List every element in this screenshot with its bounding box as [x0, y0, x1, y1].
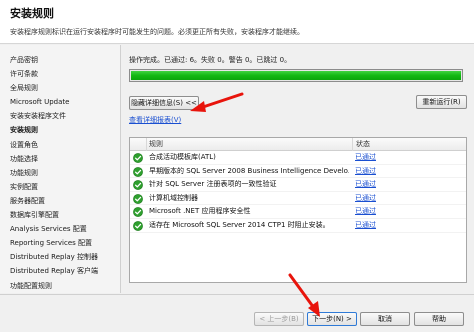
check-circle-icon	[133, 166, 143, 177]
sidebar-item-feature-config-rules[interactable]: 功能配置规则	[0, 279, 120, 293]
sidebar-item-feature-selection[interactable]: 功能选择	[0, 152, 120, 166]
check-circle-icon	[133, 180, 143, 191]
sidebar-steps: 产品密钥 许可条款 全局规则 Microsoft Update 安装安装程序文件…	[0, 45, 121, 293]
rule-status-link[interactable]: 已通过	[355, 219, 376, 233]
sidebar-item-install-setup-files[interactable]: 安装安装程序文件	[0, 109, 120, 123]
check-circle-icon	[133, 221, 143, 231]
help-button[interactable]: 帮助	[414, 312, 464, 326]
sidebar-item-global-rules[interactable]: 全局规则	[0, 81, 120, 95]
column-header-status[interactable]: 状态	[352, 138, 467, 151]
table-row[interactable]: 合成活动模板库(ATL) 已通过	[130, 151, 466, 165]
sidebar-item-distributed-replay-client[interactable]: Distributed Replay 客户端	[0, 264, 120, 278]
progress-bar	[129, 69, 463, 82]
sidebar-item-database-engine-config[interactable]: 数据库引擎配置	[0, 208, 120, 222]
rerun-button[interactable]: 重新运行(R)	[416, 95, 467, 109]
sidebar-item-feature-rules[interactable]: 功能规则	[0, 166, 120, 180]
table-row[interactable]: 针对 SQL Server 注册表项的一致性验证 已通过	[130, 178, 466, 192]
rule-status-link[interactable]: 已通过	[355, 192, 376, 206]
footer-bar: < 上一步(B) 下一步(N) > 取消 帮助	[0, 294, 474, 332]
page-title: 安装规则	[10, 7, 54, 20]
table-row[interactable]: Microsoft .NET 应用程序安全性 已通过	[130, 205, 466, 219]
rule-name: 早期版本的 SQL Server 2008 Business Intellige…	[149, 166, 349, 175]
annotation-arrow-icon	[190, 92, 244, 112]
sidebar-item-server-config[interactable]: 服务器配置	[0, 194, 120, 208]
progress-fill	[131, 71, 461, 80]
rule-name: 合成活动模板库(ATL)	[149, 153, 216, 161]
check-circle-icon	[133, 153, 143, 163]
table-row[interactable]: 计算机域控制器 已通过	[130, 192, 466, 206]
sidebar-item-reporting-services-config[interactable]: Reporting Services 配置	[0, 236, 120, 250]
check-circle-icon	[133, 207, 143, 218]
sidebar-item-distributed-replay-controller[interactable]: Distributed Replay 控制器	[0, 250, 120, 264]
sidebar-item-license-terms[interactable]: 许可条款	[0, 67, 120, 81]
rule-status-link[interactable]: 已通过	[355, 178, 376, 192]
rules-table: 规则 状态 合成活动模板库(ATL) 已通过 早期版本的 SQL Server 20…	[129, 137, 467, 283]
check-circle-icon	[133, 193, 143, 204]
table-body: 合成活动模板库(ATL) 已通过 早期版本的 SQL Server 2008 Bus…	[130, 151, 466, 233]
table-header: 规则 状态	[130, 138, 466, 151]
column-divider	[146, 138, 147, 151]
table-row[interactable]: 早期版本的 SQL Server 2008 Business Intellige…	[130, 165, 466, 179]
rule-name: 计算机域控制器	[149, 193, 198, 202]
rule-name: 针对 SQL Server 注册表项的一致性验证	[149, 180, 277, 189]
sidebar-item-analysis-services-config[interactable]: Analysis Services 配置	[0, 222, 120, 236]
operation-status: 操作完成。已通过: 6。失败 0。警告 0。已跳过 0。	[129, 56, 292, 64]
page-description: 安装程序规则标识在运行安装程序时可能发生的问题。必须更正所有失败，安装程序才能继…	[10, 28, 304, 36]
sidebar-item-instance-config[interactable]: 实例配置	[0, 180, 120, 194]
column-header-rule[interactable]: 规则	[149, 138, 163, 151]
sidebar-item-install-rules[interactable]: 安装规则	[0, 123, 120, 137]
sidebar-item-setup-role[interactable]: 设置角色	[0, 138, 120, 152]
rule-name: 适存在 Microsoft SQL Server 2014 CTP1 时阻止安装…	[149, 220, 330, 229]
page-header: 安装规则 安装程序规则标识在运行安装程序时可能发生的问题。必须更正所有失败，安装…	[0, 0, 474, 44]
rule-status-link[interactable]: 已通过	[355, 165, 376, 179]
sidebar-item-microsoft-update[interactable]: Microsoft Update	[0, 95, 120, 109]
table-row[interactable]: 适存在 Microsoft SQL Server 2014 CTP1 时阻止安装…	[130, 219, 466, 233]
rule-name: Microsoft .NET 应用程序安全性	[149, 207, 251, 216]
sidebar-item-product-key[interactable]: 产品密钥	[0, 53, 120, 67]
rule-status-link[interactable]: 已通过	[355, 151, 376, 165]
main-panel: 操作完成。已通过: 6。失败 0。警告 0。已跳过 0。 隐藏详细信息(S) <…	[122, 45, 474, 293]
rule-status-link[interactable]: 已通过	[355, 205, 376, 219]
view-detailed-report-link[interactable]: 查看详细报表(V)	[129, 115, 181, 125]
cancel-button[interactable]: 取消	[360, 312, 410, 326]
annotation-arrow-icon	[288, 273, 320, 317]
